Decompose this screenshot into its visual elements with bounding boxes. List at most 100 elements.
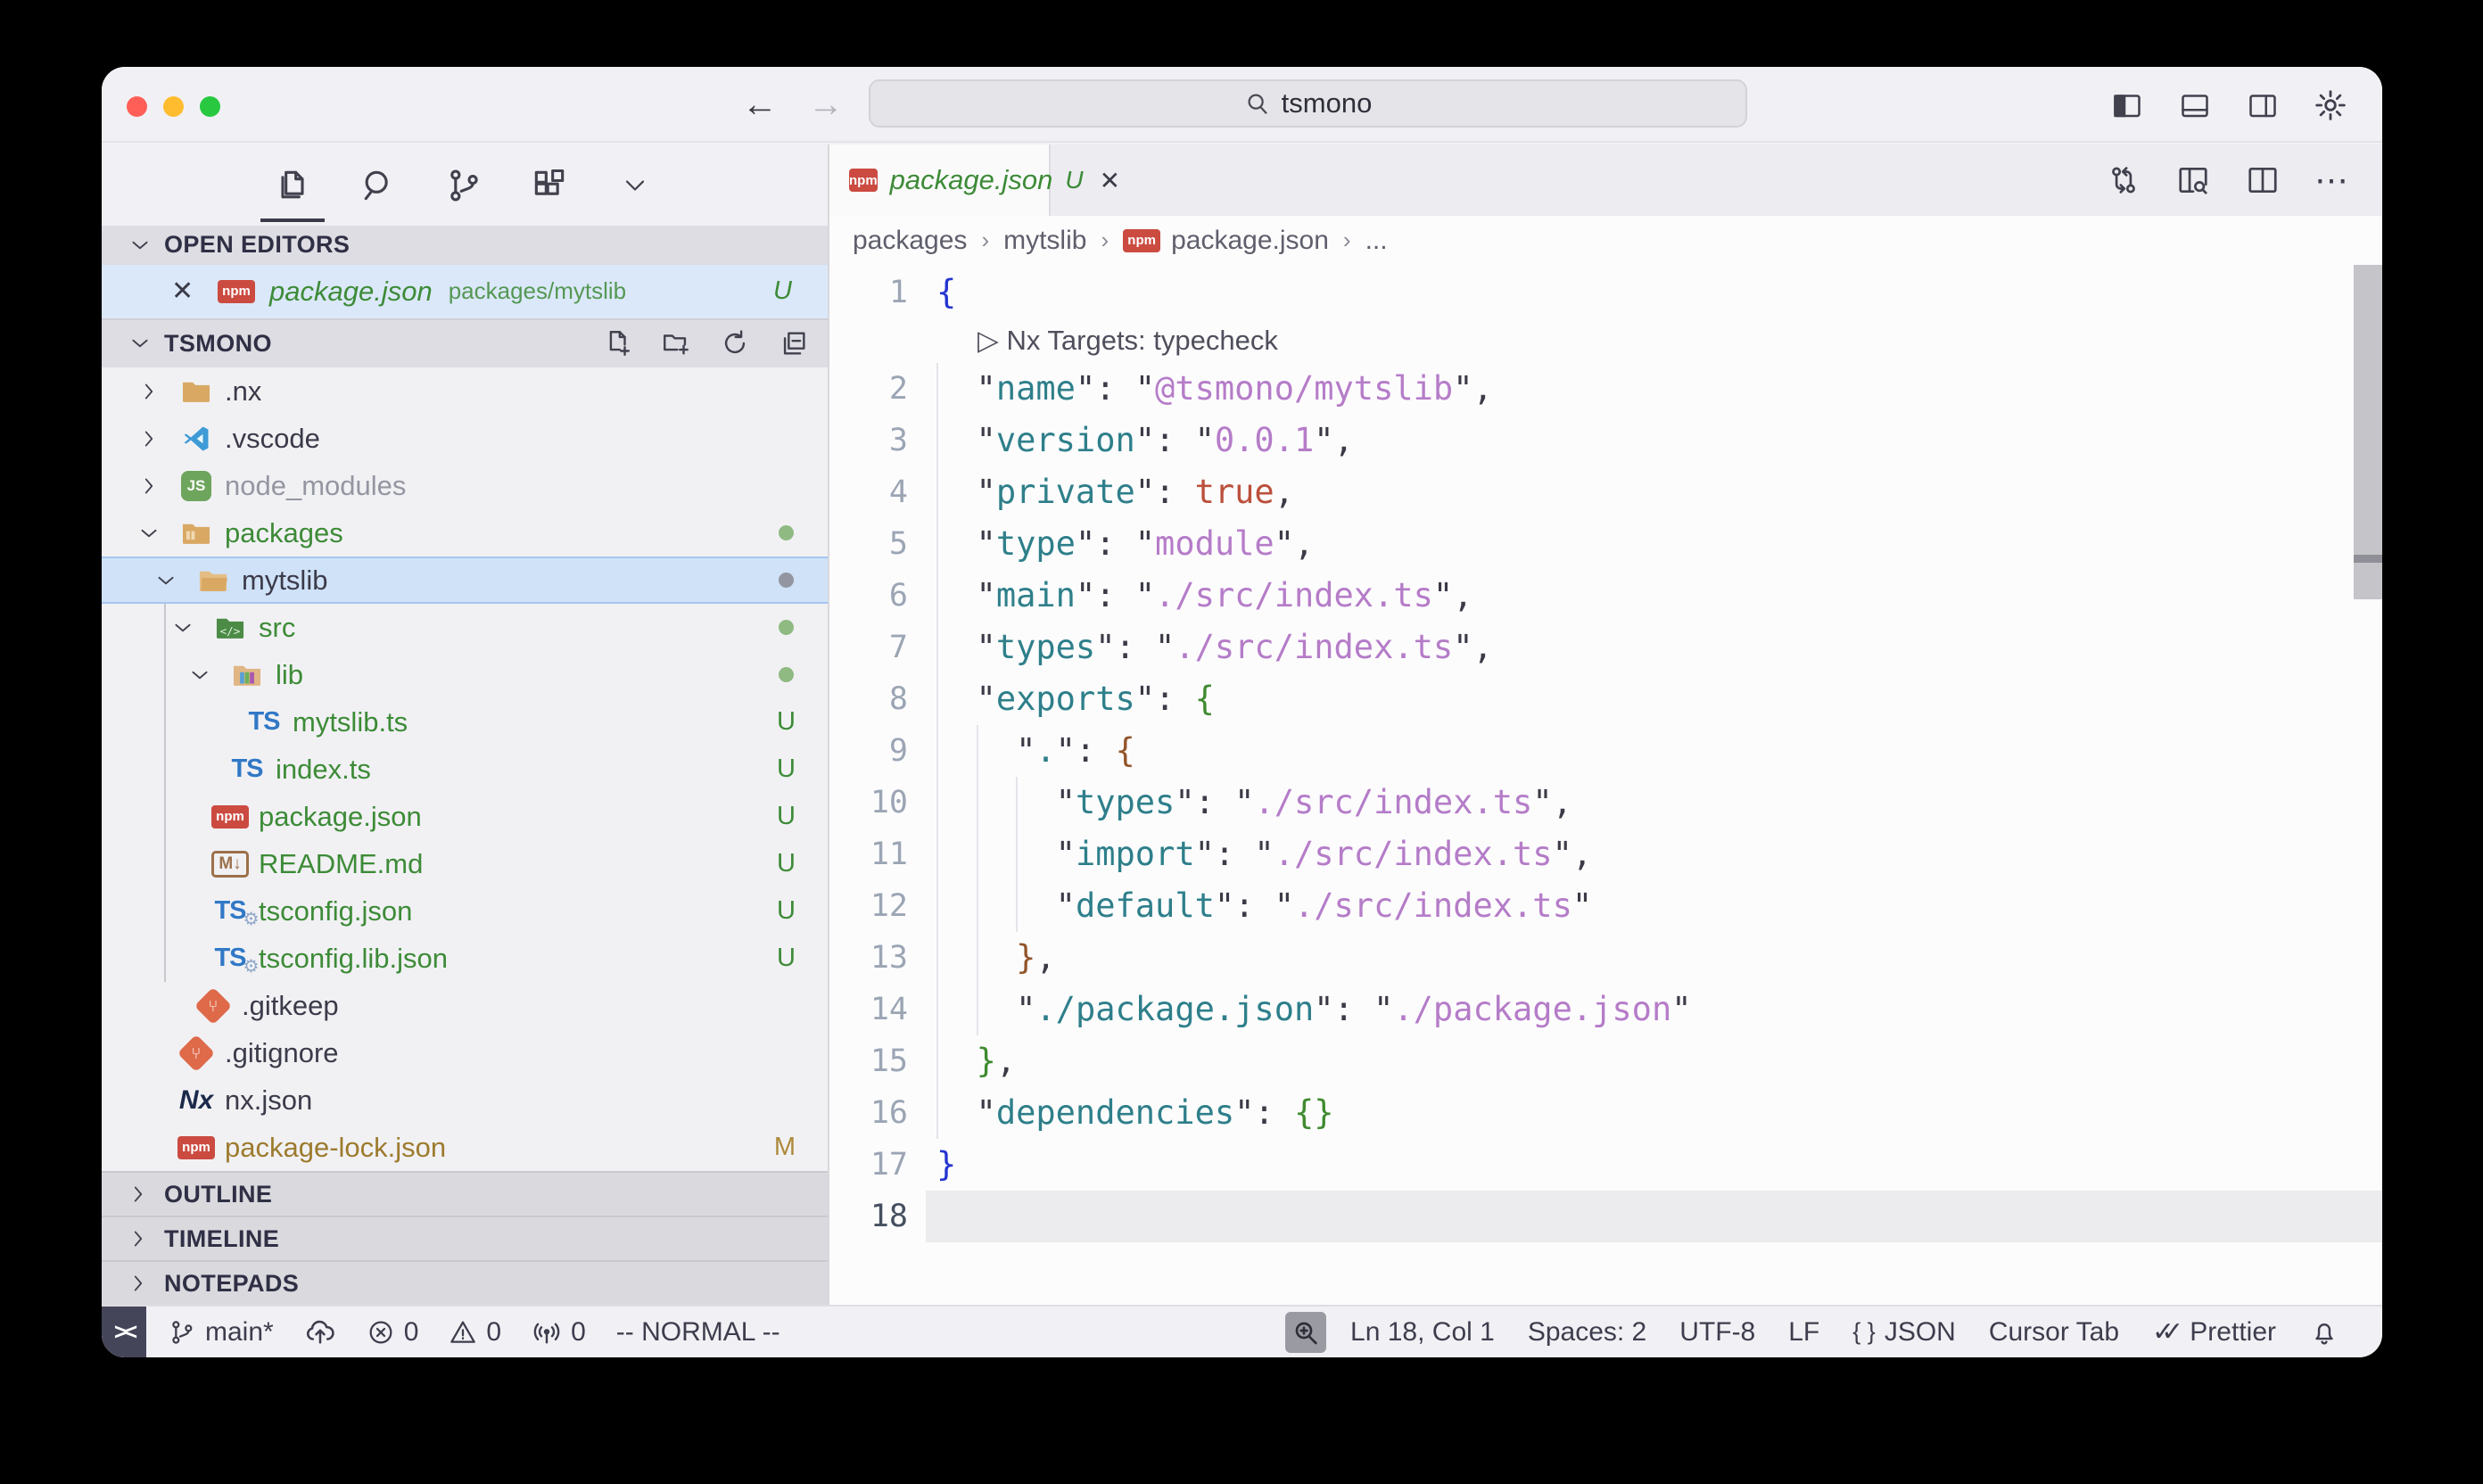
status-json[interactable]: { }JSON [1844, 1307, 1965, 1357]
split-editor-button[interactable] [2243, 161, 2282, 200]
settings-gear-button[interactable] [2311, 86, 2350, 125]
panel-header-timeline[interactable]: TIMELINE [102, 1216, 828, 1260]
status-bar: ><main*000-- NORMAL -- Ln 18, Col 1Space… [102, 1305, 2382, 1357]
new-folder-button[interactable] [658, 326, 694, 361]
tab-close-button[interactable]: ✕ [1100, 166, 1120, 195]
code-line-2[interactable]: 2 "name": "@tsmono/mytslib", [829, 363, 2382, 415]
editor-group: npm package.json U ✕ ⋯ packages›mytslib›… [829, 144, 2382, 1305]
tree-item-mytslib[interactable]: mytslib [102, 556, 828, 604]
open-editors-header[interactable]: OPEN EDITORS [102, 226, 828, 265]
code-line-18[interactable]: 18 [829, 1191, 2382, 1242]
tab-package-json[interactable]: npm package.json U ✕ [829, 144, 1051, 216]
new-file-button[interactable] [599, 326, 635, 361]
scrollbar-thumb[interactable] [2354, 265, 2382, 599]
status-spaces-2[interactable]: Spaces: 2 [1519, 1307, 1655, 1357]
breadcrumb-item[interactable]: mytslib [1003, 226, 1086, 256]
zoom-window-button[interactable] [200, 96, 220, 117]
status-ln-18-col-1[interactable]: Ln 18, Col 1 [1341, 1307, 1504, 1357]
line-number: 2 [829, 363, 908, 415]
panel-left-button[interactable] [2108, 86, 2147, 125]
tree-item-tsconfig-lib-json[interactable]: TS⚙ tsconfig.lib.jsonU [102, 935, 828, 982]
status-label: -- NORMAL -- [616, 1317, 780, 1348]
code-line-12[interactable]: 12 "default": "./src/index.ts" [829, 880, 2382, 932]
command-center-search[interactable]: tsmono [869, 79, 1747, 128]
tree-item-mytslib-ts[interactable]: TS mytslib.tsU [102, 698, 828, 746]
open-editor-item[interactable]: ✕ npm package.json packages/mytslib U [102, 265, 828, 318]
tree-item-src[interactable]: </> src [102, 604, 828, 651]
collapse-all-button[interactable] [776, 326, 812, 361]
close-editor-icon[interactable]: ✕ [171, 276, 194, 307]
activity-extensions-button[interactable] [524, 147, 574, 224]
code-line-5[interactable]: 5 "type": "module", [829, 518, 2382, 570]
chevron-down-icon [186, 664, 213, 687]
code-line-16[interactable]: 16 "dependencies": {} [829, 1087, 2382, 1139]
packages-folder-icon [179, 516, 213, 550]
status-0[interactable]: 0 [523, 1307, 595, 1357]
panel-bottom-button[interactable] [2175, 86, 2215, 125]
tree-item-package-json[interactable]: npm package.jsonU [102, 793, 828, 840]
tree-item-tsconfig-json[interactable]: TS⚙ tsconfig.jsonU [102, 887, 828, 935]
status-0[interactable]: 0 [440, 1307, 510, 1357]
minimize-window-button[interactable] [163, 96, 184, 117]
activity-source-control-button[interactable] [439, 147, 489, 224]
breadcrumb-item[interactable]: ... [1365, 226, 1388, 256]
compare-changes-button[interactable] [2104, 161, 2143, 200]
code-line-11[interactable]: 11 "import": "./src/index.ts", [829, 829, 2382, 880]
code-line-14[interactable]: 14 "./package.json": "./package.json" [829, 984, 2382, 1035]
tree-item-node-modules[interactable]: JS node_modules [102, 462, 828, 509]
open-editors-title: OPEN EDITORS [164, 231, 350, 259]
code-line-15[interactable]: 15 }, [829, 1035, 2382, 1087]
project-root-header[interactable]: TSMONO [102, 318, 828, 367]
status-lf[interactable]: LF [1779, 1307, 1828, 1357]
zoom-magnifier-button[interactable] [1285, 1312, 1326, 1353]
line-number: 1 [829, 267, 908, 318]
npm-icon: npm [177, 1136, 215, 1159]
folder-open-icon [196, 564, 230, 598]
code-line-1[interactable]: 1{ [829, 267, 2382, 318]
tree-item-lib[interactable]: lib [102, 651, 828, 698]
panel-header-notepads[interactable]: NOTEPADS [102, 1260, 828, 1305]
tree-item-packages[interactable]: packages [102, 509, 828, 556]
tree-item-index-ts[interactable]: TS index.tsU [102, 746, 828, 793]
status-cursor-tab[interactable]: Cursor Tab [1980, 1307, 2128, 1357]
status-bell[interactable] [2300, 1307, 2348, 1357]
activity-chevron-down-button[interactable] [610, 147, 660, 224]
breadcrumb-item[interactable]: npm package.json [1123, 226, 1329, 256]
tree-item-package-lock-json[interactable]: npm package-lock.jsonM [102, 1124, 828, 1171]
status-utf-8[interactable]: UTF-8 [1670, 1307, 1764, 1357]
tree-item-readme-md[interactable]: M↓ README.mdU [102, 840, 828, 887]
activity-search-button[interactable] [353, 147, 403, 224]
codelens-nx-targets[interactable]: ▷ Nx Targets: typecheck [829, 318, 2382, 363]
code-line-9[interactable]: 9 ".": { [829, 725, 2382, 777]
tree-item--vscode[interactable]: .vscode [102, 415, 828, 462]
open-preview-button[interactable] [2174, 161, 2213, 200]
status-cloud-upload[interactable] [295, 1307, 345, 1357]
code-line-8[interactable]: 8 "exports": { [829, 673, 2382, 725]
status-main[interactable]: main* [159, 1307, 283, 1357]
code-line-4[interactable]: 4 "private": true, [829, 466, 2382, 518]
status-normal[interactable]: -- NORMAL -- [607, 1307, 789, 1357]
code-line-6[interactable]: 6 "main": "./src/index.ts", [829, 570, 2382, 622]
navigate-back-button[interactable]: ← [742, 85, 778, 125]
navigate-forward-button[interactable]: → [808, 85, 844, 125]
remote-indicator[interactable]: >< [102, 1307, 146, 1357]
code-line-13[interactable]: 13 }, [829, 932, 2382, 984]
refresh-button[interactable] [717, 326, 753, 361]
activity-explorer-button[interactable] [268, 147, 318, 224]
status-0[interactable]: 0 [358, 1307, 428, 1357]
more-actions-button[interactable]: ⋯ [2313, 161, 2352, 200]
code-line-7[interactable]: 7 "types": "./src/index.ts", [829, 622, 2382, 673]
tree-item--gitkeep[interactable]: ⑂ .gitkeep [102, 982, 828, 1029]
close-window-button[interactable] [127, 96, 147, 117]
status-prettier[interactable]: ✓✓Prettier [2143, 1307, 2285, 1357]
code-line-3[interactable]: 3 "version": "0.0.1", [829, 415, 2382, 466]
code-line-10[interactable]: 10 "types": "./src/index.ts", [829, 777, 2382, 829]
code-area[interactable]: 1{▷ Nx Targets: typecheck2 "name": "@tsm… [829, 265, 2382, 1305]
panel-right-button[interactable] [2243, 86, 2282, 125]
panel-header-outline[interactable]: OUTLINE [102, 1171, 828, 1216]
tree-item--gitignore[interactable]: ⑂ .gitignore [102, 1029, 828, 1076]
tree-item-nx-json[interactable]: Nx nx.json [102, 1076, 828, 1124]
tree-item--nx[interactable]: .nx [102, 367, 828, 415]
code-line-17[interactable]: 17} [829, 1139, 2382, 1191]
breadcrumb-item[interactable]: packages [853, 226, 967, 256]
